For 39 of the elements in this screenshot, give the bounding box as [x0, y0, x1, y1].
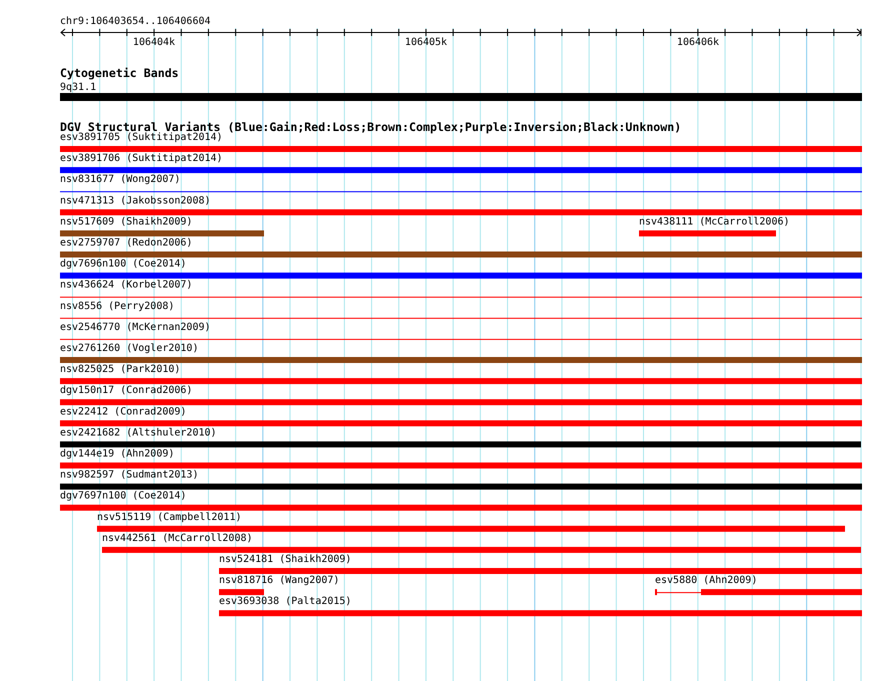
variant-line[interactable]	[60, 338, 862, 340]
tick-label: 106405k	[404, 37, 448, 48]
variant-label: esv2421682 (Altshuler2010)	[60, 427, 217, 438]
variant-label: nsv442561 (McCarroll2008)	[102, 532, 253, 544]
variant-label: esv2759707 (Redon2006)	[60, 238, 192, 248]
track-title: Cytogenetic Bands	[60, 66, 179, 80]
tick-label: 106404k	[132, 37, 176, 48]
variant-label: dgv7697n100 (Coe2014)	[60, 490, 186, 502]
variant-label: nsv515119 (Campbell2011)	[97, 512, 242, 523]
variant-label: esv3891705 (Suktitipat2014)	[60, 132, 223, 143]
variant-bar[interactable]	[60, 484, 862, 490]
variant-label: nsv831677 (Wong2007)	[60, 174, 180, 186]
variant-label: nsv818716 (Wang2007)	[219, 575, 340, 586]
variant-label: esv22412 (Conrad2009)	[60, 406, 186, 418]
variant-bar[interactable]	[60, 167, 862, 174]
variant-line[interactable]	[60, 296, 862, 298]
variant-label: dgv150n17 (Conrad2006)	[60, 385, 192, 396]
variant-label: nsv471313 (Jakobsson2008)	[60, 195, 211, 206]
variant-label: nsv517609 (Shaikh2009)	[60, 216, 192, 228]
range-label: chr9:106403654..106406604	[60, 16, 211, 27]
variant-label: nsv438111 (McCarroll2006)	[639, 216, 790, 228]
variant-label: nsv825025 (Park2010)	[60, 364, 180, 376]
variant-label: esv2761260 (Vogler2010)	[60, 343, 198, 354]
band-label: 9q31.1	[60, 82, 96, 93]
variant-bar[interactable]	[60, 441, 861, 448]
variant-line[interactable]	[60, 318, 862, 319]
variant-line[interactable]	[60, 191, 862, 192]
variant-label: nsv524181 (Shaikh2009)	[219, 554, 352, 565]
variant-label: nsv8556 (Perry2008)	[60, 300, 174, 312]
variant-label: esv3693038 (Palta2015)	[219, 596, 352, 608]
variant-label: nsv436624 (Korbel2007)	[60, 280, 192, 291]
variant-label: dgv7696n100 (Coe2014)	[60, 258, 186, 270]
tick-label: 106406k	[676, 37, 720, 48]
variant-label: esv5880 (Ahn2009)	[655, 575, 758, 586]
variant-label: esv3891706 (Suktitipat2014)	[60, 153, 223, 164]
variant-label: dgv144e19 (Ahn2009)	[60, 448, 174, 460]
variant-bar[interactable]	[60, 272, 862, 279]
variant-label: nsv982597 (Sudmant2013)	[60, 470, 198, 481]
variant-label: esv2546770 (McKernan2009)	[60, 322, 211, 333]
